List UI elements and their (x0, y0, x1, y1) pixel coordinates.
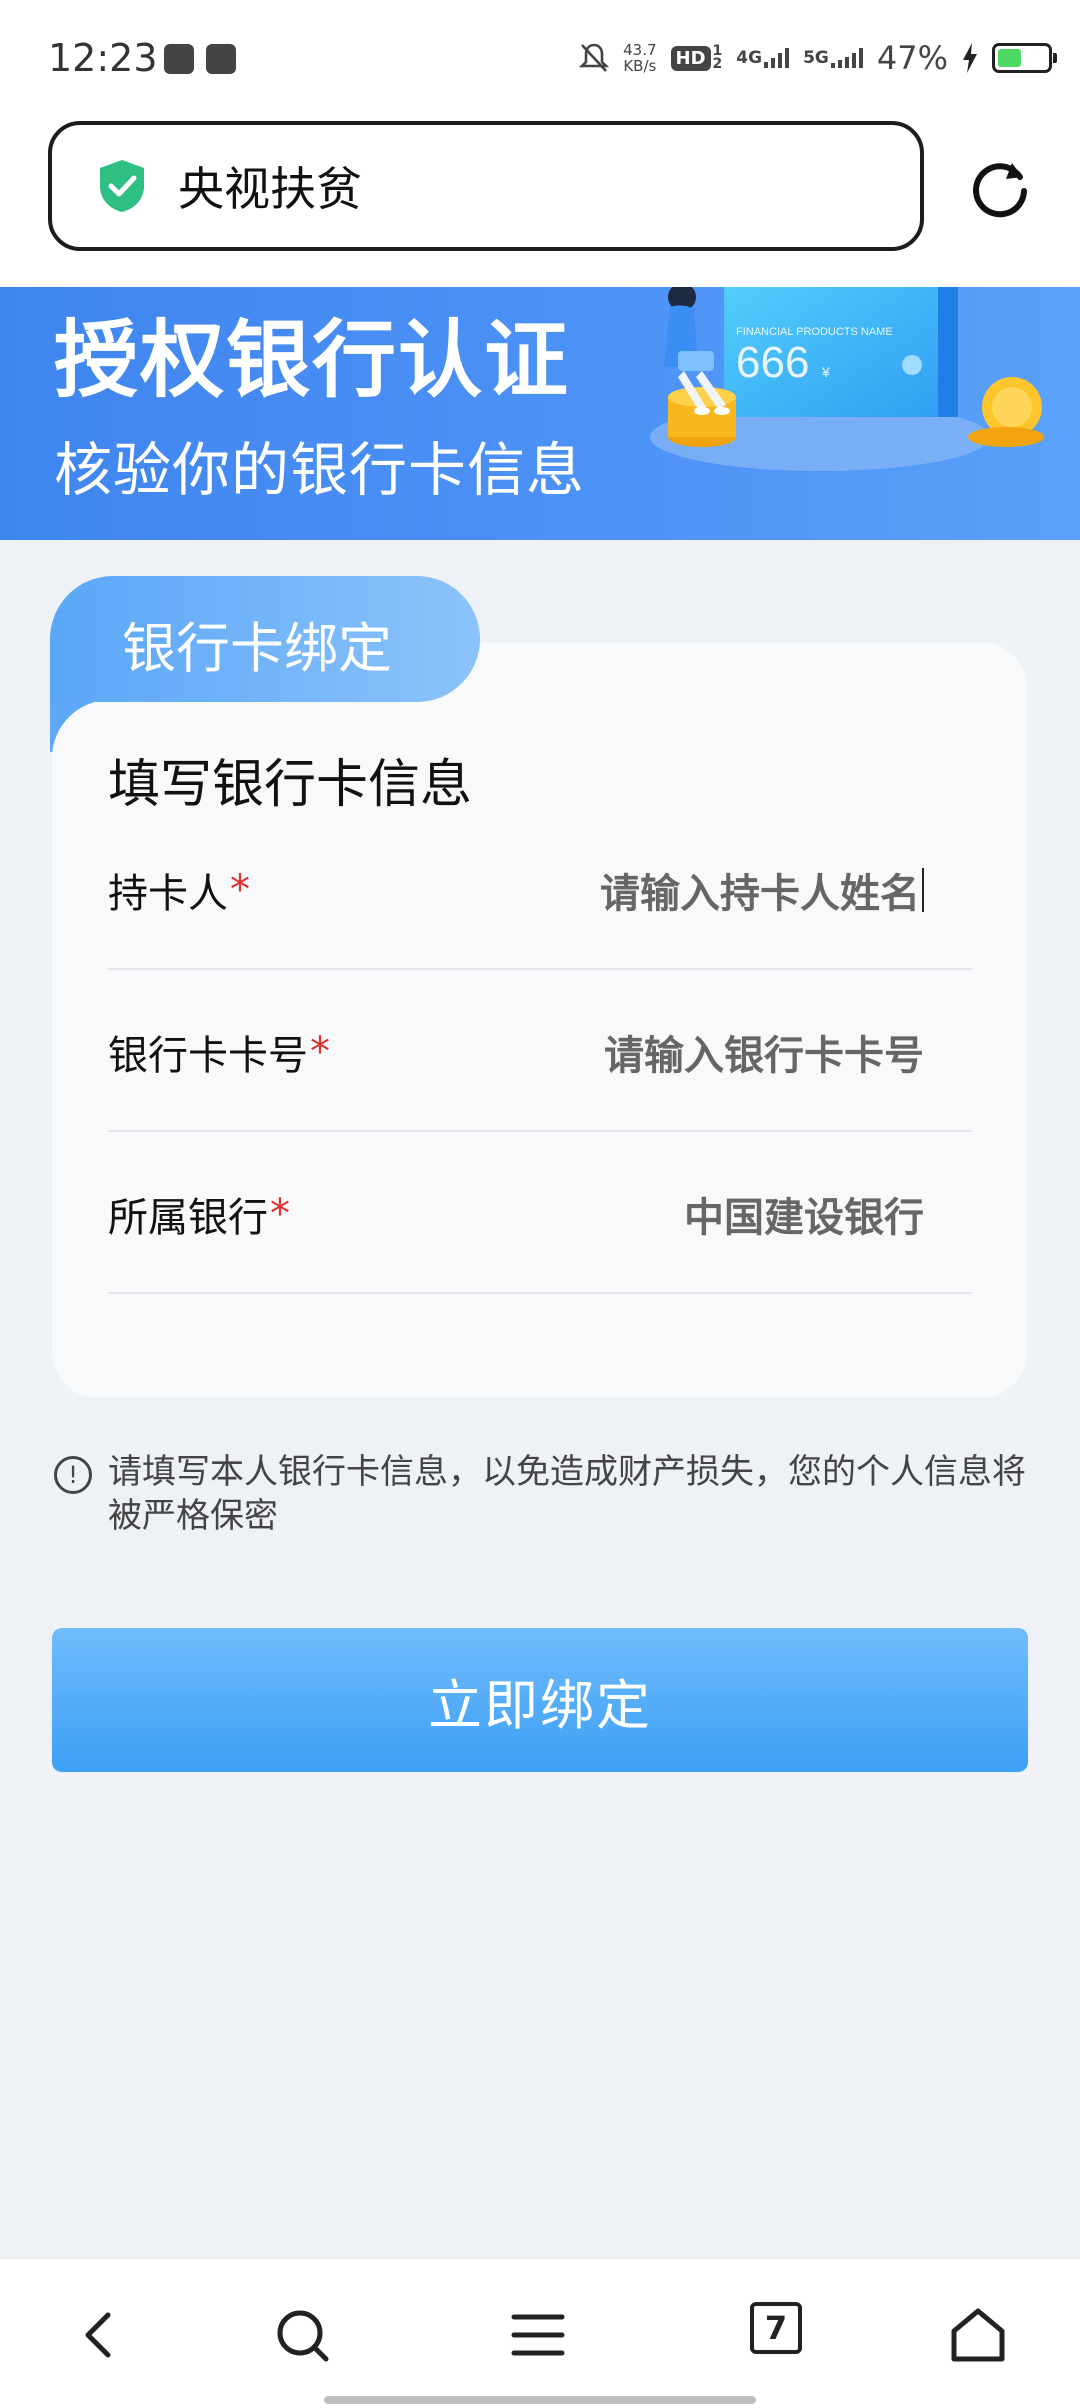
battery-fill (998, 49, 1021, 67)
back-icon[interactable] (68, 2303, 132, 2367)
auth-banner: 授权银行认证 核验你的银行卡信息 FINANCIAL PRODUCTS NAME… (0, 287, 1080, 540)
form-tab: 银行卡绑定 (50, 576, 480, 702)
home-icon[interactable] (946, 2303, 1010, 2367)
cardholder-label-text: 持卡人 (108, 871, 228, 917)
cardholder-field[interactable]: 持卡人 * 请输入持卡人姓名 (108, 810, 972, 970)
required-mark: * (270, 1191, 290, 1237)
signal-5g: 5G (803, 48, 863, 68)
battery-icon (992, 43, 1057, 73)
status-time: 12:23 (48, 36, 158, 80)
hd-indicator: HD 12 (670, 44, 723, 72)
menu-icon[interactable] (506, 2303, 570, 2367)
net-speed: 43.7 KB/s (623, 42, 656, 74)
required-mark: * (230, 867, 250, 913)
hd-sim: 12 (712, 44, 723, 72)
bind-now-button[interactable]: 立即绑定 (52, 1628, 1028, 1772)
status-indicators: 43.7 KB/s HD 12 4G 5G 47% (579, 38, 1057, 78)
status-bar: 12:23 43.7 KB/s HD 12 4G 5G 47% (0, 0, 1080, 115)
charging-bolt-icon (963, 43, 977, 73)
card-number-input[interactable]: 请输入银行卡卡号 (604, 972, 924, 1132)
card-currency: ¥ (821, 364, 830, 380)
cardholder-label: 持卡人 * (108, 810, 250, 970)
signal-bars-icon (764, 48, 790, 68)
signal-4g: 4G (736, 48, 790, 68)
bank-label: 所属银行 * (108, 1134, 290, 1294)
bank-field[interactable]: 所属银行 * 中国建设银行 (108, 1134, 972, 1294)
hd-badge: HD (670, 45, 711, 71)
bank-label-text: 所属银行 (108, 1195, 268, 1241)
info-icon: ! (54, 1456, 92, 1494)
app-notification-icon (164, 44, 194, 74)
required-mark: * (310, 1029, 330, 1075)
url-field[interactable]: 央视扶贫 (48, 121, 924, 251)
cardholder-input[interactable]: 请输入持卡人姓名 (600, 810, 924, 970)
search-icon[interactable] (270, 2303, 334, 2367)
signal-5g-label: 5G (803, 48, 829, 68)
card-number-placeholder: 请输入银行卡卡号 (604, 1033, 924, 1079)
bank-card-illustration: FINANCIAL PRODUCTS NAME 666 ¥ (650, 287, 1044, 471)
home-indicator (324, 2396, 756, 2404)
form-heading: 填写银行卡信息 (108, 755, 473, 815)
cardholder-placeholder: 请输入持卡人姓名 (600, 871, 920, 917)
bank-value: 中国建设银行 (684, 1195, 924, 1241)
card-number-label: 银行卡卡号 * (108, 972, 330, 1132)
shield-check-icon (100, 160, 144, 212)
hd-sub-2: 2 (712, 56, 723, 72)
card-label: FINANCIAL PRODUCTS NAME (736, 326, 893, 338)
card-amount: 666 (736, 338, 809, 387)
privacy-notice: 请填写本人银行卡信息，以免造成财产损失，您的个人信息将被严格保密 (108, 1452, 1026, 1536)
page-title: 央视扶贫 (178, 162, 362, 216)
message-notification-icon (206, 44, 236, 74)
signal-4g-label: 4G (736, 48, 763, 68)
net-speed-value: 43.7 (623, 41, 657, 59)
form-tab-label: 银行卡绑定 (122, 617, 392, 680)
browser-bottom-nav (0, 2258, 1080, 2408)
battery-percent: 47% (876, 39, 948, 77)
reload-icon[interactable] (968, 155, 1032, 219)
net-speed-unit: KB/s (623, 57, 657, 75)
mute-bell-icon (579, 43, 610, 72)
card-number-label-text: 银行卡卡号 (108, 1033, 308, 1079)
banner-title: 授权银行认证 (54, 311, 571, 409)
address-bar: 央视扶贫 (0, 115, 1080, 287)
signal-bars-icon (830, 48, 863, 68)
tabs-button[interactable]: 7 (750, 2302, 802, 2354)
banner-subtitle: 核验你的银行卡信息 (54, 436, 586, 504)
card-number-field[interactable]: 银行卡卡号 * 请输入银行卡卡号 (108, 972, 972, 1132)
bank-select[interactable]: 中国建设银行 (684, 1134, 924, 1294)
text-cursor (922, 868, 924, 912)
